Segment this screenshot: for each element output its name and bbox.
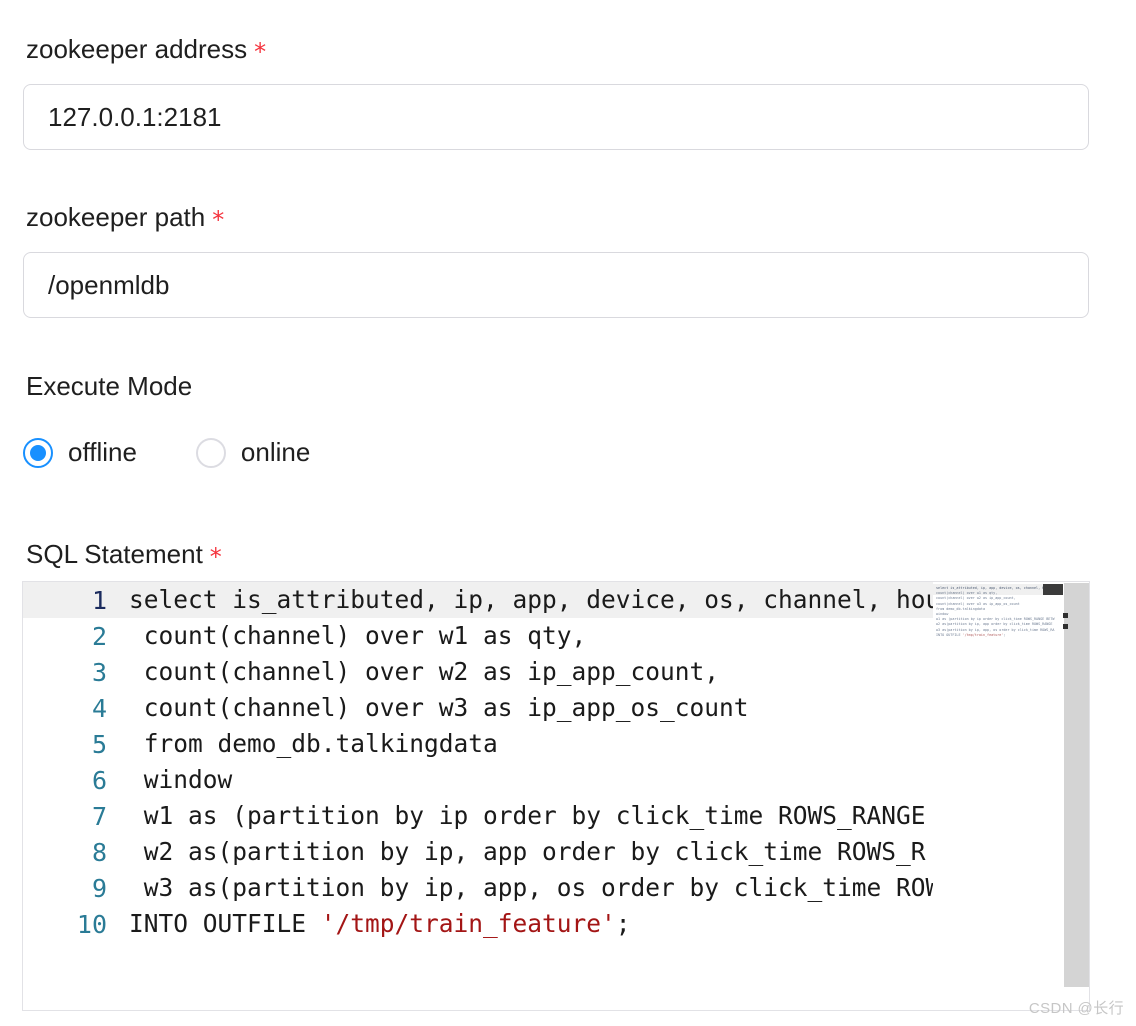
minimap-line-keyword: INTO OUTFILE [936, 632, 963, 637]
code-lines-area[interactable]: 1 select is_attributed, ip, app, device,… [23, 582, 936, 1010]
zookeeper-path-input[interactable] [23, 252, 1089, 318]
code-line[interactable]: 3 count(channel) over w2 as ip_app_count… [23, 654, 936, 690]
code-line[interactable]: 9 w3 as(partition by ip, app, os order b… [23, 870, 936, 906]
execute-mode-label: Execute Mode [26, 371, 193, 401]
required-asterisk-icon: * [254, 38, 267, 66]
minimap-line-string: '/tmp/train_feature' [962, 632, 1004, 637]
execute-mode-radio-group: offline online [23, 437, 310, 468]
line-text: window [129, 764, 233, 794]
code-line[interactable]: 2 count(channel) over w1 as qty, [23, 618, 936, 654]
line-text: INTO OUTFILE '/tmp/train_feature'; [129, 908, 631, 938]
line-number: 9 [91, 873, 107, 903]
line-number: 7 [91, 801, 107, 831]
sql-statement-label: SQL Statement [26, 539, 203, 569]
minimap-overview-marker [1043, 584, 1063, 595]
code-line[interactable]: 6 window [23, 762, 936, 798]
zookeeper-path-label-row: zookeeper path * [26, 204, 224, 234]
scrollbar-decoration-mark [1063, 613, 1068, 618]
line-text: w2 as(partition by ip, app order by clic… [129, 836, 926, 866]
minimap-line-semicolon: ; [1003, 632, 1006, 637]
line-number: 6 [91, 765, 107, 795]
line-number: 8 [91, 837, 107, 867]
zookeeper-address-label-row: zookeeper address * [26, 36, 266, 66]
radio-unselected-icon[interactable] [195, 437, 226, 468]
line-number: 4 [91, 693, 107, 723]
line-number: 1 [91, 585, 107, 615]
zookeeper-address-label: zookeeper address [26, 34, 248, 64]
line-text-string: '/tmp/train_feature' [320, 908, 616, 938]
sql-statement-label-row: SQL Statement * [26, 541, 222, 571]
line-number: 10 [76, 909, 107, 939]
code-line[interactable]: 1 select is_attributed, ip, app, device,… [23, 582, 936, 618]
openmldb-task-config-form: zookeeper address* zookeeper path* Execu… [0, 0, 1136, 1026]
scrollbar-thumb[interactable] [1064, 583, 1089, 987]
editor-minimap[interactable]: select is_attributed, ip, app, device, o… [933, 582, 1063, 1010]
line-number: 2 [91, 621, 107, 651]
zookeeper-path-label: zookeeper path [26, 202, 206, 232]
line-text-semicolon: ; [615, 908, 631, 938]
line-number: 5 [91, 729, 107, 759]
line-text: count(channel) over w1 as qty, [129, 620, 587, 650]
minimap-line: INTO OUTFILE '/tmp/train_feature'; [936, 633, 1061, 638]
required-asterisk-icon: * [209, 543, 222, 571]
code-line[interactable]: 10 INTO OUTFILE '/tmp/train_feature'; [23, 906, 936, 942]
radio-offline[interactable]: offline [23, 437, 137, 468]
line-text: count(channel) over w3 as ip_app_os_coun… [129, 692, 749, 722]
radio-online[interactable]: online [195, 437, 311, 468]
sql-code-editor[interactable]: 1 select is_attributed, ip, app, device,… [22, 581, 1090, 1011]
minimap-line: w2 as(partition by ip, app order by clic… [936, 622, 1053, 627]
radio-selected-icon[interactable] [23, 437, 53, 468]
line-text: w1 as (partition by ip order by click_ti… [129, 800, 926, 830]
zookeeper-address-input[interactable] [23, 84, 1089, 150]
watermark-text: CSDN @长行 [1028, 1000, 1124, 1017]
required-asterisk-icon: * [212, 206, 225, 234]
line-text: w3 as(partition by ip, app, os order by … [129, 872, 936, 902]
line-text: select is_attributed, ip, app, device, o… [129, 584, 936, 614]
editor-vertical-scrollbar[interactable] [1063, 582, 1089, 1010]
code-line[interactable]: 8 w2 as(partition by ip, app order by cl… [23, 834, 936, 870]
editor-inner: 1 select is_attributed, ip, app, device,… [23, 582, 1089, 1010]
line-text-keyword: INTO OUTFILE [129, 908, 321, 938]
line-number: 3 [91, 657, 107, 687]
code-line[interactable]: 5 from demo_db.talkingdata [23, 726, 936, 762]
code-line[interactable]: 7 w1 as (partition by ip order by click_… [23, 798, 936, 834]
code-line[interactable]: 4 count(channel) over w3 as ip_app_os_co… [23, 690, 936, 726]
radio-online-label: online [240, 437, 311, 467]
line-text: count(channel) over w2 as ip_app_count, [129, 656, 720, 686]
line-text: from demo_db.talkingdata [129, 728, 498, 758]
radio-offline-label: offline [68, 437, 137, 467]
scrollbar-decoration-mark [1063, 624, 1068, 629]
